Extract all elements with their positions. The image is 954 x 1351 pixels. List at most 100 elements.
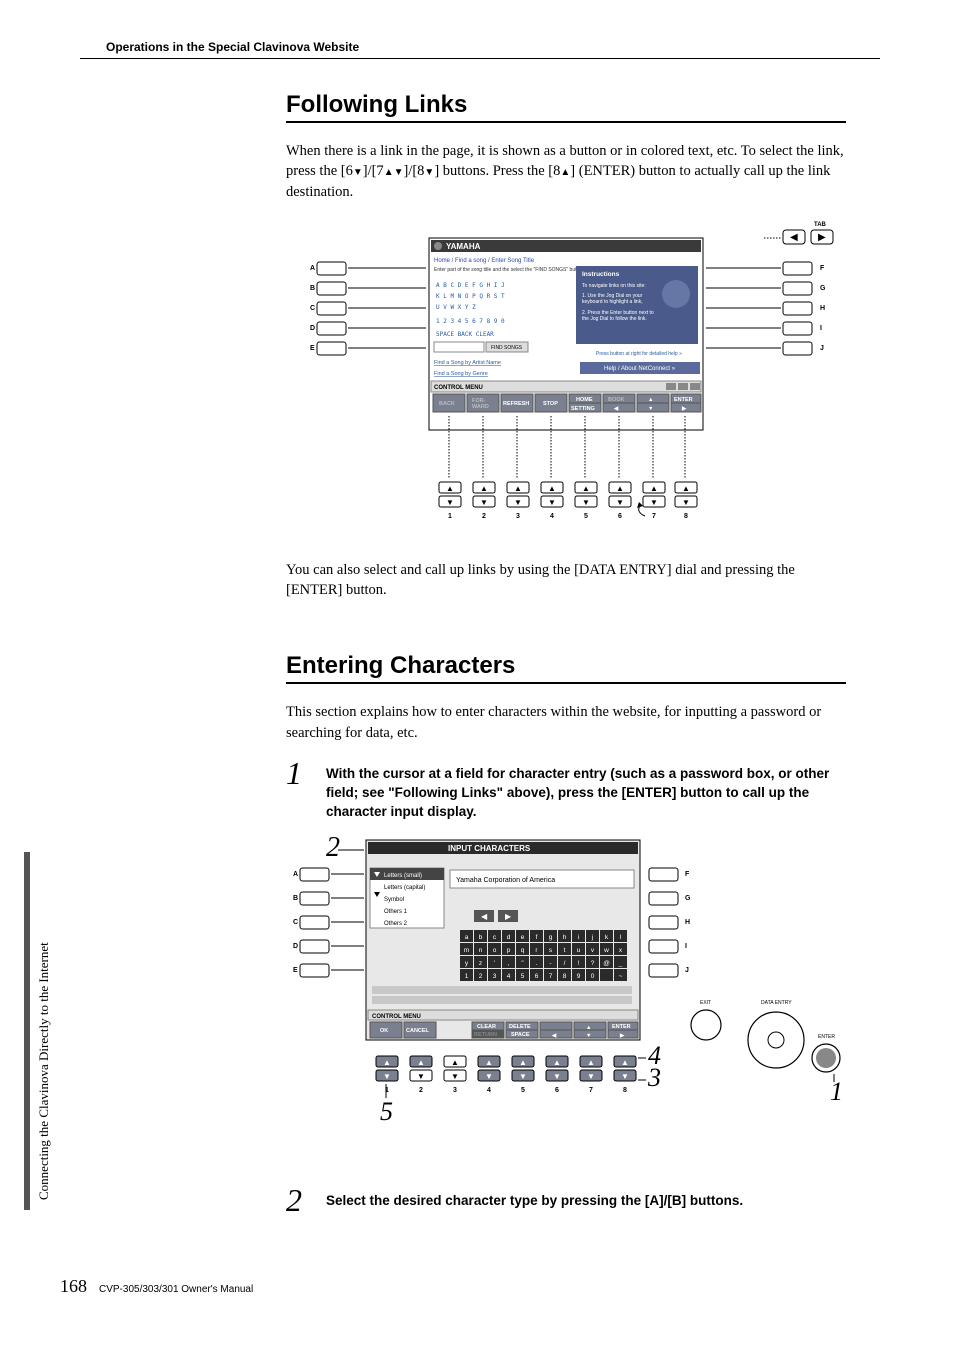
svg-text:Find a Song by Genre: Find a Song by Genre	[434, 371, 488, 377]
svg-text:◀: ◀	[613, 405, 619, 412]
svg-text:7: 7	[589, 1087, 593, 1094]
svg-text:I: I	[820, 325, 822, 332]
svg-text:B: B	[310, 285, 315, 292]
svg-text:p: p	[507, 947, 511, 954]
svg-text:3: 3	[493, 973, 497, 980]
svg-text:Letters (small): Letters (small)	[384, 873, 422, 879]
svg-text:w: w	[603, 947, 609, 954]
svg-text:▶: ▶	[681, 405, 687, 412]
svg-text:j: j	[591, 934, 593, 941]
sidebar-accent-bar	[24, 852, 30, 1210]
svg-text:DELETE: DELETE	[509, 1024, 531, 1030]
svg-text:CLEAR: CLEAR	[477, 1024, 496, 1030]
svg-text:▼: ▼	[650, 498, 658, 507]
svg-text:◀: ◀	[481, 912, 488, 921]
svg-text:8: 8	[623, 1087, 627, 1094]
svg-text:◀: ◀	[551, 1032, 557, 1039]
svg-text:3: 3	[453, 1087, 457, 1094]
svg-text:H: H	[820, 305, 825, 312]
svg-text:D: D	[310, 325, 315, 332]
svg-text:the Jog Dial to follow the lin: the Jog Dial to follow the link.	[582, 316, 647, 322]
svg-text:FIND SONGS: FIND SONGS	[491, 345, 523, 351]
svg-text:4: 4	[507, 973, 511, 980]
svg-text:keyboard to highlight a link,: keyboard to highlight a link,	[582, 299, 643, 305]
svg-text:▲: ▲	[587, 1058, 595, 1067]
svg-text:▲: ▲	[682, 484, 690, 493]
svg-text:▲: ▲	[485, 1058, 493, 1067]
svg-text:▼: ▼	[480, 498, 488, 507]
sidebar-chapter-label: Connecting the Clavinova Directly to the…	[36, 900, 52, 1200]
svg-text:u: u	[577, 947, 581, 954]
svg-text:▼: ▼	[582, 498, 590, 507]
svg-text:2: 2	[479, 973, 483, 980]
svg-text:b: b	[479, 934, 483, 941]
svg-text:_: _	[618, 960, 623, 967]
svg-text:To navigate links on this site: To navigate links on this site:	[582, 283, 646, 289]
step-number-2: 2	[286, 1184, 306, 1216]
svg-text:J: J	[685, 967, 689, 974]
svg-text:▼: ▼	[616, 498, 624, 507]
svg-text:Others 1: Others 1	[384, 909, 408, 915]
svg-text:Instructions: Instructions	[582, 271, 620, 278]
svg-text:J: J	[820, 345, 824, 352]
figure-following-links: TAB ◀ ▶ A B C D E F G H	[286, 216, 846, 546]
following-links-para1: When there is a link in the page, it is …	[286, 141, 846, 202]
svg-text:C: C	[310, 305, 315, 312]
svg-text:8: 8	[563, 973, 567, 980]
svg-text:f: f	[536, 934, 538, 941]
svg-text:~: ~	[619, 973, 623, 980]
svg-text:▼: ▼	[548, 498, 556, 507]
svg-text:e: e	[521, 934, 525, 941]
svg-text:Symbol: Symbol	[384, 897, 404, 903]
svg-text:▶: ▶	[818, 232, 826, 243]
svg-text:G: G	[820, 285, 826, 292]
svg-text:o: o	[493, 947, 497, 954]
svg-text:▲: ▲	[648, 397, 653, 403]
svg-text:▼: ▼	[553, 1072, 561, 1081]
svg-text:5: 5	[521, 973, 525, 980]
svg-text:▲: ▲	[548, 484, 556, 493]
svg-text:g: g	[549, 934, 553, 941]
figure-input-characters: 2 A B C D E F G	[286, 830, 846, 1170]
svg-text:▲: ▲	[621, 1058, 629, 1067]
svg-text:1: 1	[465, 973, 469, 980]
page-header: Operations in the Special Clavinova Webs…	[80, 40, 880, 59]
svg-text:9: 9	[577, 973, 581, 980]
svg-text:ENTER: ENTER	[818, 1034, 835, 1040]
svg-text:E: E	[310, 345, 315, 352]
svg-text:7: 7	[652, 513, 656, 520]
svg-text:▼: ▼	[417, 1072, 425, 1081]
svg-text:!: !	[578, 960, 580, 967]
page-number: 168	[60, 1276, 87, 1297]
svg-text:▲: ▲	[582, 484, 590, 493]
section-title-entering-characters: Entering Characters	[286, 652, 846, 684]
svg-text:-: -	[549, 960, 551, 967]
svg-text:▲: ▲	[417, 1058, 425, 1067]
svg-text:7: 7	[549, 973, 553, 980]
step-number-1: 1	[286, 757, 306, 789]
svg-text:h: h	[563, 934, 567, 941]
svg-text:.: .	[536, 960, 538, 967]
svg-text:F: F	[685, 871, 690, 878]
svg-text:WARD: WARD	[472, 404, 489, 410]
svg-text:0: 0	[591, 973, 595, 980]
svg-text:▲: ▲	[446, 484, 454, 493]
svg-text:4: 4	[487, 1087, 491, 1094]
svg-text:▼: ▼	[514, 498, 522, 507]
following-links-para2: You can also select and call up links by…	[286, 560, 846, 601]
svg-text:CANCEL: CANCEL	[406, 1028, 430, 1034]
svg-text:BOOK: BOOK	[608, 397, 625, 403]
svg-text:A: A	[293, 871, 298, 878]
svg-text:Letters (capital): Letters (capital)	[384, 885, 425, 891]
svg-text:1: 1	[830, 1077, 843, 1106]
svg-text:▼: ▼	[587, 1072, 595, 1081]
svg-text:E: E	[293, 967, 298, 974]
svg-text:▲: ▲	[514, 484, 522, 493]
svg-text:z: z	[479, 960, 482, 967]
svg-text:OK: OK	[380, 1028, 388, 1034]
svg-text:4: 4	[550, 513, 554, 520]
svg-text:▶: ▶	[505, 912, 512, 921]
svg-text:8: 8	[684, 513, 688, 520]
svg-text:ENTER: ENTER	[612, 1024, 631, 1030]
svg-text:K L M N O P Q R S T: K L M N O P Q R S T	[436, 293, 505, 300]
